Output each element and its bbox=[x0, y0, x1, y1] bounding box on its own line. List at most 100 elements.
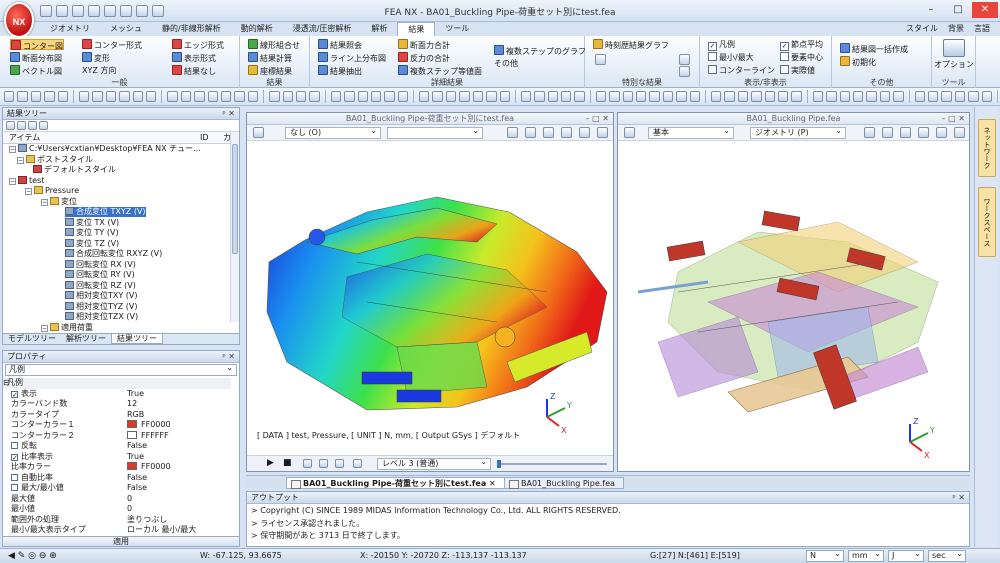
tree-tool-icon[interactable] bbox=[6, 121, 15, 130]
tree-node[interactable]: 合成変位 TXYZ (V) bbox=[65, 207, 146, 217]
toolbar-icon[interactable] bbox=[146, 91, 157, 102]
tree-node[interactable]: 相対変位TYZ (V) bbox=[65, 301, 138, 312]
toolbar-icon[interactable] bbox=[866, 91, 877, 102]
minmax-checkbox[interactable]: 最小/最大 bbox=[708, 52, 754, 63]
tab-4[interactable]: 浸透流/圧密解析 bbox=[283, 22, 362, 36]
toolbar-icon[interactable] bbox=[812, 91, 824, 102]
display-format-button[interactable]: 表示形式 bbox=[172, 52, 216, 63]
dock-tab-workspace[interactable]: ワークスペース bbox=[978, 187, 996, 257]
toolbar-icon[interactable] bbox=[207, 91, 218, 102]
left-tab-2[interactable]: 結果ツリー bbox=[111, 334, 163, 344]
doc-tab-active[interactable]: BA01_Buckling Pipe-荷重セット別にtest.fea ✕ bbox=[286, 477, 505, 489]
deform-button[interactable]: 変形 bbox=[82, 52, 110, 63]
property-row[interactable]: コンターカラー２ FFFFFF bbox=[3, 430, 231, 442]
pin-close-icon[interactable]: ᵖ ✕ bbox=[222, 108, 235, 120]
other-button[interactable]: その他 bbox=[494, 58, 518, 69]
property-row[interactable]: 最小/最大表示タイプ ローカル 最小/最大 bbox=[3, 525, 231, 536]
tree-node[interactable]: 合成回転変位 RXYZ (V) bbox=[65, 249, 162, 259]
doc-tab[interactable]: BA01_Buckling Pipe.fea bbox=[504, 477, 624, 489]
tree-node[interactable]: 相対変位TZX (V) bbox=[65, 312, 138, 322]
tree-node[interactable]: − C:¥Users¥cxtian¥Desktop¥FEA NX チュー... bbox=[9, 144, 201, 154]
tree-node[interactable]: 変位 TX (V) bbox=[65, 217, 119, 228]
force-unit-select[interactable]: N bbox=[806, 549, 844, 562]
view-icon[interactable] bbox=[253, 127, 264, 138]
energy-unit-select[interactable]: J bbox=[888, 549, 924, 562]
actual-value-checkbox[interactable]: 実際値 bbox=[780, 65, 815, 76]
tab-5[interactable]: 解析 bbox=[361, 22, 397, 36]
viewport-tool-icon[interactable] bbox=[864, 127, 875, 138]
tab-6[interactable]: 結果 bbox=[397, 22, 436, 36]
toolbar-icon[interactable] bbox=[547, 91, 559, 102]
toolbar-icon[interactable] bbox=[486, 91, 497, 102]
contour-button[interactable]: コンター図 bbox=[10, 39, 64, 51]
property-row[interactable]: コンターカラー１ FF0000 bbox=[3, 420, 231, 431]
toolbar-icon[interactable] bbox=[927, 91, 939, 102]
toolbar-icon[interactable] bbox=[234, 91, 245, 102]
toolbar-icon[interactable] bbox=[649, 91, 660, 102]
property-row[interactable]: 自動比率 False bbox=[3, 473, 231, 484]
animation-settings-icon[interactable] bbox=[335, 459, 344, 468]
status-tool-icons[interactable]: ◀ ✎ ◎ ⊖ ⊕ bbox=[8, 549, 57, 563]
record-icon[interactable] bbox=[303, 459, 312, 468]
toolbar-icon[interactable] bbox=[330, 91, 342, 102]
property-value[interactable]: FF0000 bbox=[127, 420, 171, 430]
result-extract-button[interactable]: 結果抽出 bbox=[318, 65, 362, 76]
viewport-tool-icon[interactable] bbox=[900, 127, 911, 138]
tree-node[interactable]: 変位 TZ (V) bbox=[65, 238, 119, 249]
tree-tool-icon[interactable] bbox=[28, 121, 37, 130]
minimize-button[interactable]: – bbox=[918, 2, 944, 18]
color-swatch[interactable] bbox=[127, 462, 137, 470]
multistep-isosurface-button[interactable]: 複数ステップ等値面 bbox=[398, 65, 482, 76]
property-value[interactable]: RGB bbox=[127, 410, 144, 420]
property-checkbox[interactable]: ✓ bbox=[11, 453, 18, 461]
expand-toggle-icon[interactable]: − bbox=[9, 146, 16, 153]
result-query-button[interactable]: 結果照会 bbox=[318, 39, 362, 50]
property-value[interactable]: 塗りつぶし bbox=[127, 515, 167, 525]
expand-toggle-icon[interactable]: − bbox=[41, 324, 48, 332]
tree-node[interactable]: 回転変位 RY (V) bbox=[65, 270, 135, 280]
toolbar-icon[interactable] bbox=[30, 91, 42, 102]
tree-node[interactable]: − 変位 bbox=[41, 196, 77, 207]
time-unit-select[interactable]: sec bbox=[928, 549, 966, 562]
tab-0[interactable]: ジオメトリ bbox=[40, 22, 100, 36]
toolbar-icon[interactable] bbox=[879, 91, 891, 102]
filter-select[interactable]: なし (O) bbox=[285, 126, 381, 139]
color-swatch[interactable] bbox=[127, 430, 137, 439]
property-value[interactable]: 0 bbox=[127, 504, 132, 514]
expand-toggle-icon[interactable]: − bbox=[9, 177, 16, 185]
tree-node[interactable]: − 適用荷重 bbox=[41, 322, 93, 333]
geometry-model[interactable]: Z Y X bbox=[618, 142, 969, 472]
property-row[interactable]: カラータイプ RGB bbox=[3, 410, 231, 421]
toolbar-icon[interactable] bbox=[751, 91, 762, 102]
tab-7[interactable]: ツール bbox=[435, 22, 479, 36]
play-icon[interactable]: ▶ bbox=[267, 458, 274, 468]
toolbar-icon[interactable] bbox=[711, 91, 722, 102]
property-value[interactable]: 0 bbox=[127, 494, 132, 504]
toolbar-icon[interactable] bbox=[247, 91, 259, 102]
tree-node[interactable]: 相対変位TXY (V) bbox=[65, 291, 138, 301]
linear-combo-button[interactable]: 線形組合せ bbox=[248, 39, 300, 50]
expand-toggle-icon[interactable]: − bbox=[25, 188, 32, 195]
xyz-direction-select[interactable]: XYZ 方向 bbox=[82, 65, 116, 76]
section-distribution-button[interactable]: 断面分布図 bbox=[10, 52, 62, 63]
property-value[interactable]: False bbox=[127, 441, 147, 451]
toolbar-icon[interactable] bbox=[167, 91, 178, 102]
left-tab-1[interactable]: 解析ツリー bbox=[61, 334, 111, 344]
reaction-sum-button[interactable]: 反力の合計 bbox=[398, 52, 450, 63]
toolbar-icon[interactable] bbox=[17, 91, 28, 102]
contour-format-button[interactable]: コンター形式 bbox=[82, 39, 142, 50]
toolbar-icon[interactable] bbox=[57, 91, 69, 102]
viewport-window-controls[interactable]: – □ ✕ bbox=[586, 113, 609, 125]
property-value[interactable]: False bbox=[127, 483, 147, 493]
stop-icon[interactable]: ■ bbox=[283, 458, 292, 468]
node-average-checkbox[interactable]: 節点平均 bbox=[780, 39, 823, 50]
toolbar-icon[interactable] bbox=[119, 91, 130, 102]
toolbar-icon[interactable] bbox=[282, 91, 293, 102]
camera-icon[interactable] bbox=[319, 459, 328, 468]
viewport-tool-icon[interactable] bbox=[936, 127, 947, 138]
toolbar-icon[interactable] bbox=[778, 91, 789, 102]
element-center-checkbox[interactable]: 要素中心 bbox=[780, 52, 823, 63]
toolbar-icon[interactable] bbox=[419, 91, 430, 102]
toolbar-icon[interactable] bbox=[636, 91, 647, 102]
tree-node[interactable]: 変位 TY (V) bbox=[65, 228, 119, 238]
